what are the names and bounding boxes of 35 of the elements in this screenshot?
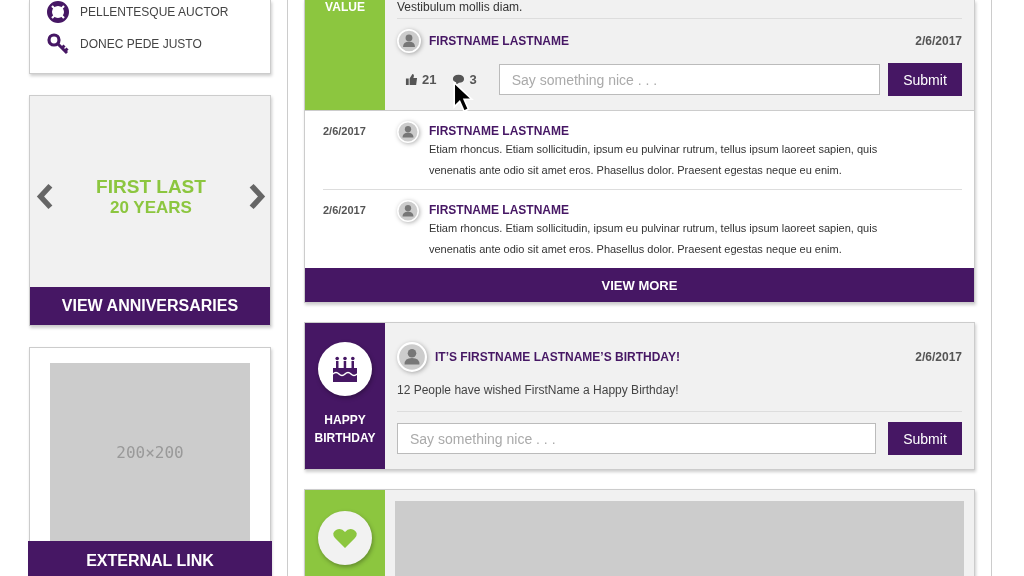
comment-text: Etiam rhoncus. Etiam sollicitudin, ipsum eu pulvinar rutrum, tellus ipsum laoreet sapien, quis venenatis ante odio sit amet eros. Phasellus dolor. Praesent egestas neque eu enim. (429, 142, 879, 178)
post-text: Vestibulum mollis diam. (397, 0, 962, 19)
birthday-cake-icon (317, 341, 373, 397)
comment-field[interactable]: Say something nice . . . (397, 423, 876, 454)
anniversary-name: FIRST LAST (96, 175, 206, 198)
post-date: 2/6/2017 (915, 34, 962, 48)
category-tag: HAPPY BIRTHDAY (305, 323, 385, 469)
submit-button[interactable]: Submit (888, 63, 962, 96)
post-date: 2/6/2017 (915, 350, 962, 364)
avatar-icon (397, 200, 419, 222)
sidebar-link[interactable]: DONEC PEDE JUSTO (46, 33, 254, 55)
comment-date: 2/6/2017 (323, 125, 367, 137)
comment-icon[interactable] (452, 73, 466, 86)
avatar-icon (397, 121, 419, 143)
external-link-button[interactable]: EXTERNAL LINK (28, 541, 272, 576)
submit-button[interactable]: Submit (888, 422, 962, 455)
comment-date: 2/6/2017 (323, 204, 367, 216)
anniversary-years: 20 YEARS (110, 197, 192, 218)
avatar-icon (397, 29, 421, 53)
comment-count: 3 (469, 72, 477, 87)
comment-text: Etiam rhoncus. Etiam sollicitudin, ipsum eu pulvinar rutrum, tellus ipsum laoreet sapien, quis venenatis ante odio sit amet eros. Phasellus dolor. Praesent egestas neque eu enim. (429, 221, 879, 257)
view-anniversaries-button[interactable]: VIEW ANNIVERSARIES (30, 287, 270, 325)
like-count: 21 (422, 72, 437, 87)
comment-author[interactable]: FIRSTNAME LASTNAME (429, 203, 926, 217)
key-icon (46, 32, 70, 56)
comment-author[interactable]: FIRSTNAME LASTNAME (429, 124, 926, 138)
birthday-title[interactable]: IT’S FIRSTNAME LASTNAME’S BIRTHDAY! (435, 350, 908, 364)
author-name[interactable]: FIRSTNAME LASTNAME (429, 34, 908, 48)
comment-field[interactable]: Say something nice . . . (498, 64, 880, 95)
thumbs-up-icon[interactable] (405, 73, 418, 86)
category-tag: VALUE (305, 0, 385, 110)
sidebar-link[interactable]: PELLENTESQUE AUCTOR (46, 1, 254, 23)
wish-count-text: 12 People have wished FirstName a Happy Birthday! (397, 383, 962, 412)
view-more-button[interactable]: VIEW MORE (305, 268, 974, 302)
avatar-icon (397, 342, 427, 372)
